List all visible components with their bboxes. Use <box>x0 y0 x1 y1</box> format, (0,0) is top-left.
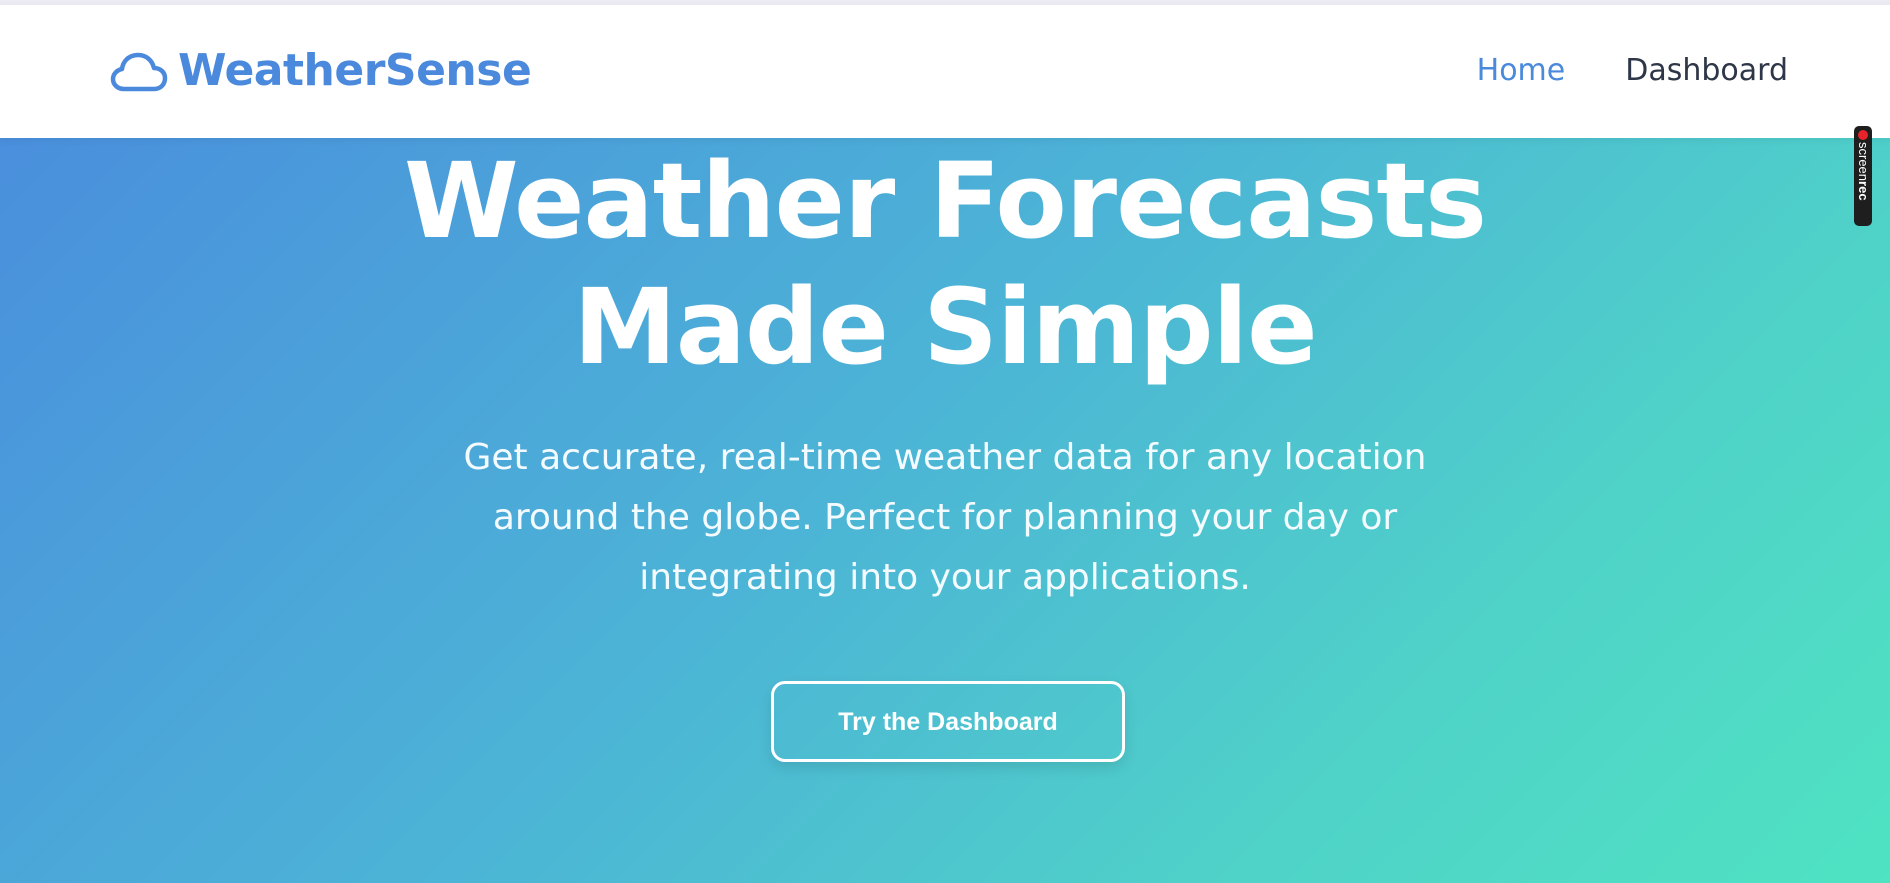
navbar: WeatherSense Home Dashboard <box>0 5 1890 138</box>
hero-title-line-2: Made Simple <box>573 266 1317 388</box>
hero-subtitle: Get accurate, real-time weather data for… <box>463 437 1427 598</box>
recorder-label-screen: screen <box>1856 142 1871 182</box>
nav-links: Home Dashboard <box>1477 53 1788 89</box>
record-dot-icon <box>1858 130 1868 140</box>
recorder-label: screenrec <box>1856 142 1871 201</box>
brand-name: WeatherSense <box>178 45 532 96</box>
cloud-icon <box>110 52 168 92</box>
nav-home-link[interactable]: Home <box>1477 53 1566 89</box>
try-dashboard-button[interactable]: Try the Dashboard <box>771 681 1125 762</box>
hero-section: Weather Forecasts Made Simple Get accura… <box>0 138 1890 883</box>
recorder-label-rec: rec <box>1856 181 1871 201</box>
nav-dashboard-link[interactable]: Dashboard <box>1625 53 1788 89</box>
hero-title: Weather Forecasts Made Simple <box>0 138 1890 390</box>
screen-recorder-badge: screenrec <box>1854 126 1872 226</box>
brand-logo-link[interactable]: WeatherSense <box>110 45 532 96</box>
hero-title-line-1: Weather Forecasts <box>404 140 1487 262</box>
